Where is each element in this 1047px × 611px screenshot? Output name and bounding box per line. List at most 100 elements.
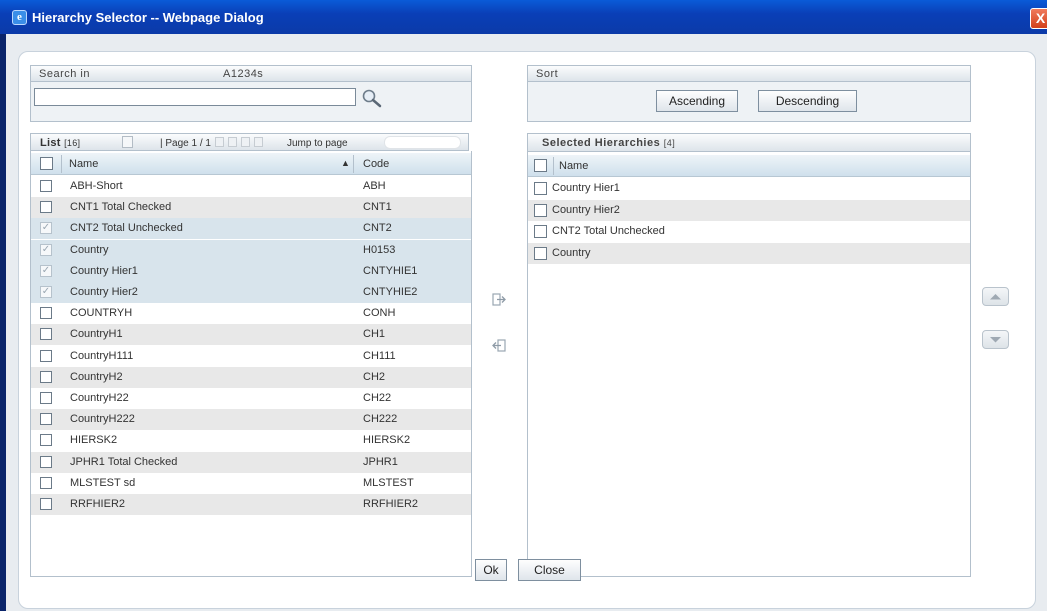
row-code: CH222 xyxy=(363,413,398,426)
row-checkbox[interactable] xyxy=(40,498,52,510)
row-checkbox[interactable]: ✓ xyxy=(40,243,52,256)
row-code: HIERSK2 xyxy=(363,434,411,447)
row-name: MLSTEST sd xyxy=(70,476,136,489)
sort-panel-body xyxy=(527,82,971,122)
next-page-icon[interactable] xyxy=(241,137,250,147)
list-row[interactable]: JPHR1 Total Checked JPHR1 xyxy=(31,451,471,473)
row-name: CountryH222 xyxy=(70,413,135,426)
list-row[interactable]: ABH-Short ABH xyxy=(31,176,471,197)
column-divider xyxy=(553,157,554,175)
selected-row[interactable]: CNT2 Total Unchecked xyxy=(528,221,970,242)
jump-to-page-label: Jump to page xyxy=(287,138,348,149)
selected-count: [4] xyxy=(663,138,676,148)
sort-label: Sort xyxy=(536,68,559,80)
row-name: CNT2 Total Unchecked xyxy=(70,222,183,235)
window-close-button[interactable]: X xyxy=(1030,8,1047,29)
list-row[interactable]: COUNTRYH CONH xyxy=(31,303,471,325)
list-select-all-checkbox[interactable] xyxy=(40,157,53,170)
list-row[interactable]: CountryH22 CH22 xyxy=(31,388,471,409)
list-row[interactable]: ✓ Country Hier2 CNTYHIE2 xyxy=(31,282,471,303)
row-checkbox[interactable] xyxy=(40,349,52,362)
column-divider xyxy=(353,155,354,173)
list-row[interactable]: ✓ Country H0153 xyxy=(31,239,471,261)
row-code: ABH xyxy=(363,180,386,192)
arrow-up-icon xyxy=(990,294,1001,300)
row-code: CNTYHIE2 xyxy=(363,286,418,298)
row-code: CNTYHIE1 xyxy=(363,264,418,277)
selected-row-checkbox[interactable] xyxy=(534,225,547,238)
row-code: CNT2 xyxy=(363,222,392,235)
row-name: HIERSK2 xyxy=(70,434,118,447)
row-checkbox[interactable] xyxy=(40,307,52,320)
selected-name-column-header[interactable]: Name xyxy=(559,160,588,172)
list-row[interactable]: HIERSK2 HIERSK2 xyxy=(31,430,471,452)
row-checkbox[interactable]: ✓ xyxy=(40,264,52,277)
arrow-down-icon xyxy=(990,337,1001,343)
move-left-icon[interactable] xyxy=(491,338,507,354)
row-checkbox[interactable]: ✓ xyxy=(40,222,52,235)
list-row[interactable]: CountryH111 CH111 xyxy=(31,345,471,367)
list-row[interactable]: RRFHIER2 RRFHIER2 xyxy=(31,494,471,515)
row-checkbox[interactable] xyxy=(40,328,52,341)
row-name: RRFHIER2 xyxy=(70,498,126,510)
close-button[interactable]: Close xyxy=(518,559,581,581)
list-row[interactable]: CountryH1 CH1 xyxy=(31,324,471,346)
search-icon[interactable] xyxy=(361,88,383,108)
list-row[interactable]: CountryH2 CH2 xyxy=(31,366,471,388)
selected-row-checkbox[interactable] xyxy=(534,182,547,195)
row-code: RRFHIER2 xyxy=(363,498,419,510)
jump-to-page-input[interactable] xyxy=(384,136,461,149)
column-divider xyxy=(61,155,62,173)
selected-row[interactable]: Country Hier1 xyxy=(528,178,970,199)
row-checkbox[interactable] xyxy=(40,180,52,192)
search-in-value: A1234s xyxy=(223,68,264,80)
first-page-icon[interactable] xyxy=(215,137,224,147)
last-page-icon[interactable] xyxy=(254,137,263,147)
selected-row-checkbox[interactable] xyxy=(534,246,547,260)
name-column-header[interactable]: Name xyxy=(69,158,98,170)
row-code: CH111 xyxy=(363,349,396,362)
search-panel-header: Search in A1234s xyxy=(30,65,472,82)
row-checkbox[interactable] xyxy=(40,476,52,489)
row-code: CNT1 xyxy=(363,201,392,214)
row-code: CH2 xyxy=(363,370,386,383)
selected-header: Selected Hierarchies [4] xyxy=(527,133,971,152)
move-down-button[interactable] xyxy=(982,330,1009,349)
selected-row-checkbox[interactable] xyxy=(534,203,547,217)
list-row[interactable]: CountryH222 CH222 xyxy=(31,409,471,431)
search-input[interactable] xyxy=(34,88,356,106)
code-column-header[interactable]: Code xyxy=(363,158,389,170)
ascending-button[interactable]: Ascending xyxy=(656,90,738,112)
selected-row[interactable]: Country xyxy=(528,242,970,264)
row-name: Country Hier2 xyxy=(70,286,138,298)
prev-page-icon[interactable] xyxy=(228,137,237,147)
move-up-button[interactable] xyxy=(982,287,1009,306)
list-row[interactable]: ✓ CNT2 Total Unchecked CNT2 xyxy=(31,218,471,240)
row-checkbox[interactable] xyxy=(40,455,52,468)
row-name: CNT1 Total Checked xyxy=(70,201,172,214)
row-checkbox[interactable] xyxy=(40,434,52,447)
list-column-header: Name ▲ Code xyxy=(31,153,471,175)
row-checkbox[interactable] xyxy=(40,370,52,383)
selected-row-name: Country Hier2 xyxy=(552,203,620,216)
selected-row[interactable]: Country Hier2 xyxy=(528,199,970,221)
sort-ascending-icon[interactable]: ▲ xyxy=(341,158,350,168)
row-checkbox[interactable]: ✓ xyxy=(40,286,52,298)
list-row[interactable]: ✓ Country Hier1 CNTYHIE1 xyxy=(31,260,471,282)
list-row[interactable]: CNT1 Total Checked CNT1 xyxy=(31,197,471,219)
row-checkbox[interactable] xyxy=(40,201,52,214)
selected-select-all-checkbox[interactable] xyxy=(534,159,547,172)
row-code: H0153 xyxy=(363,243,396,256)
move-right-icon[interactable] xyxy=(491,292,507,308)
descending-button[interactable]: Descending xyxy=(758,90,857,112)
search-in-label: Search in xyxy=(39,68,90,80)
selected-row-name: CNT2 Total Unchecked xyxy=(552,225,665,237)
page-icon xyxy=(122,136,133,148)
row-code: JPHR1 xyxy=(363,455,398,468)
list-row[interactable]: MLSTEST sd MLSTEST xyxy=(31,472,471,494)
ok-button[interactable]: Ok xyxy=(475,559,507,581)
row-checkbox[interactable] xyxy=(40,392,52,404)
row-name: COUNTRYH xyxy=(70,307,133,320)
row-checkbox[interactable] xyxy=(40,413,52,426)
selected-row-name: Country Hier1 xyxy=(552,182,620,194)
